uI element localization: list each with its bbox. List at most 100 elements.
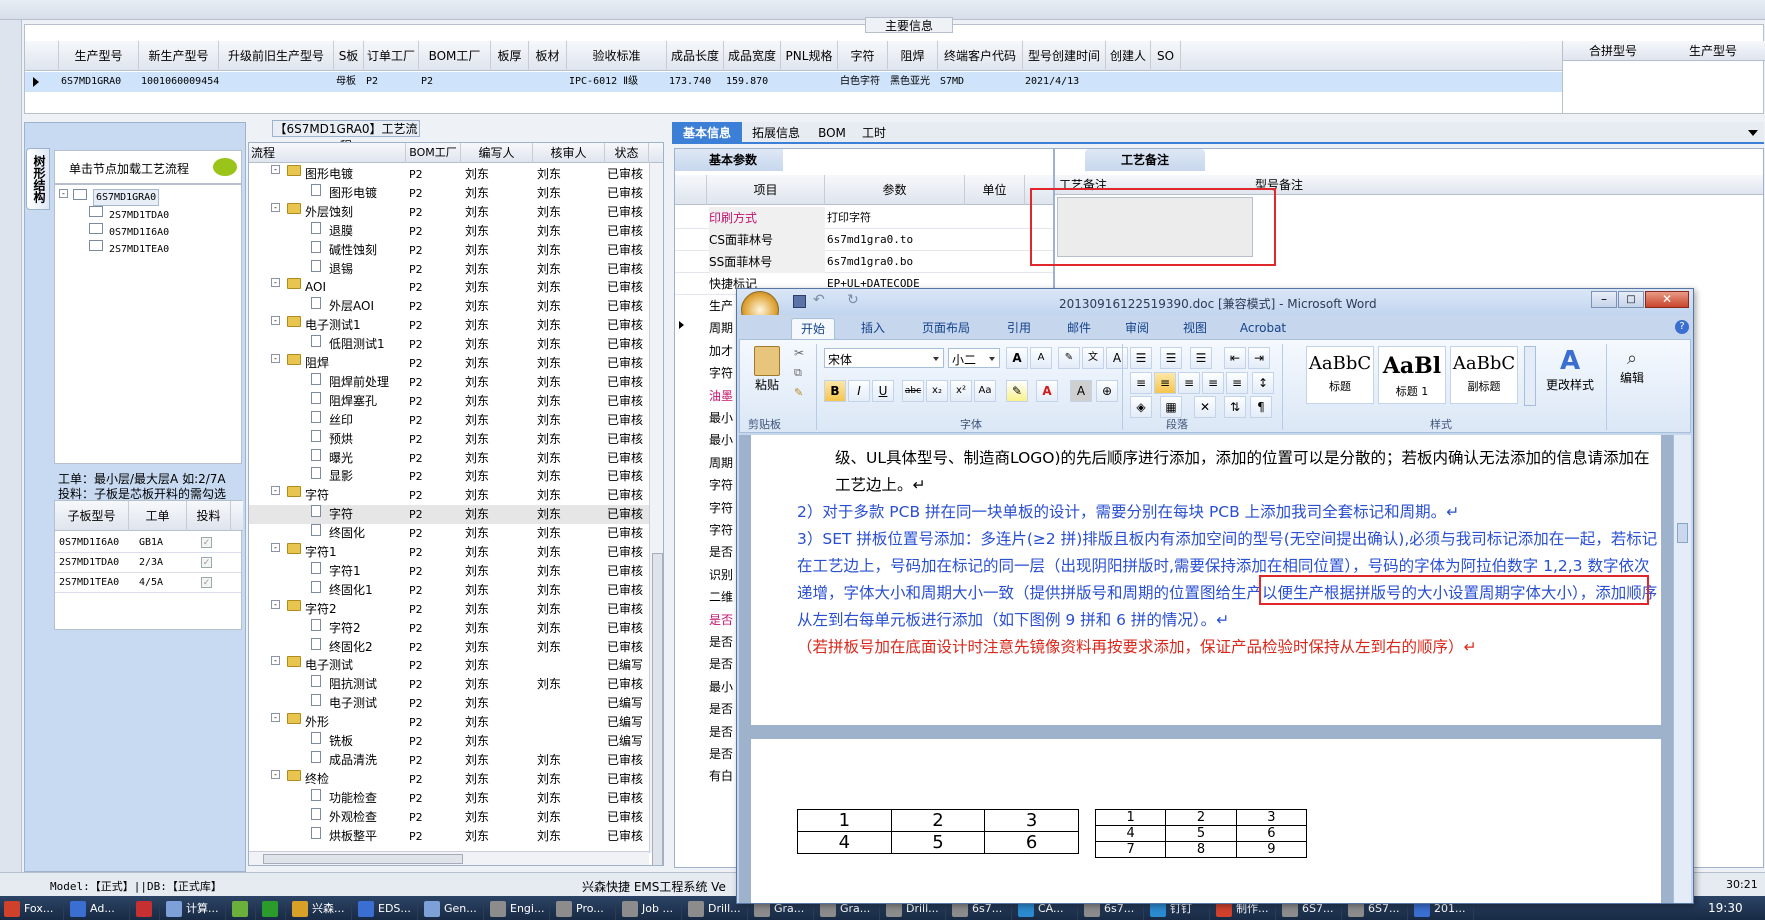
collapse-icon[interactable]: - [271,486,280,496]
bullets-icon[interactable]: ☰ [1130,347,1152,369]
main-cell-15[interactable]: 2021/4/13 [1025,72,1106,92]
sort-icon[interactable]: ⇅ [1224,396,1246,418]
align-left-icon[interactable]: ≡ [1130,372,1152,394]
process-row[interactable]: 曝光 P2 刘东 刘东 已审核 [249,448,649,468]
main-col-12[interactable]: 字符 [838,41,888,71]
align-center-icon[interactable]: ≡ [1154,372,1176,394]
process-row[interactable]: 烘板整平 P2 刘东 刘东 已审核 [249,826,649,846]
underline-icon[interactable]: U [872,380,894,402]
char-border-icon[interactable]: A [1106,347,1128,369]
process-row[interactable]: 碱性蚀刻 P2 刘东 刘东 已审核 [249,240,649,260]
process-row[interactable]: - AOI P2 刘东 刘东 已审核 [249,278,649,297]
process-vscroll-thumb[interactable] [652,553,663,865]
process-row[interactable]: 阻焊前处理 P2 刘东 刘东 已审核 [249,372,649,392]
main-cell-7[interactable] [531,72,567,92]
collapse-icon[interactable]: - [271,599,280,609]
subscript-icon[interactable]: x₂ [926,380,948,402]
superscript-icon[interactable]: x² [950,380,972,402]
highlight-icon[interactable]: ✎ [1006,380,1028,402]
process-row[interactable]: 外层AOI P2 刘东 刘东 已审核 [249,297,649,316]
param-row[interactable]: CS面菲林号 6s7md1gra0.to [675,229,1053,251]
styles-scroll[interactable] [1524,346,1536,406]
copy-icon[interactable]: ⧉ [794,366,802,380]
process-row[interactable]: - 电子测试 P2 刘东 已编写 [249,656,649,675]
process-row[interactable]: - 终检 P2 刘东 刘东 已审核 [249,769,649,789]
word-tab-0[interactable]: 开始 [791,318,835,339]
param-value[interactable]: 6s7md1gra0.bo [827,251,965,273]
show-marks-icon[interactable]: ¶ [1250,396,1272,418]
sub-row[interactable]: 0S7MD1I6A0 GB1A ✓ [55,533,241,553]
line-spacing-icon[interactable]: ↕ [1252,372,1274,394]
bold-icon[interactable]: B [824,380,846,402]
main-cell-0[interactable]: 6S7MD1GRA0 [61,72,139,92]
main-col-1[interactable]: 新生产型号 [139,41,219,71]
process-row[interactable]: 阻抗测试 P2 刘东 刘东 已审核 [249,675,649,694]
process-row[interactable]: 终固化2 P2 刘东 刘东 已审核 [249,637,649,657]
collapse-icon[interactable]: - [271,543,280,552]
process-row[interactable]: 阻焊塞孔 P2 刘东 刘东 已审核 [249,391,649,411]
process-row[interactable]: 字符1 P2 刘东 刘东 已审核 [249,561,649,581]
main-col-16[interactable]: 创建人 [1106,41,1151,71]
basic-params-tab[interactable]: 基本参数 [675,149,783,171]
process-row[interactable]: - 阻焊 P2 刘东 刘东 已审核 [249,354,649,373]
tree-node[interactable]: 0S7MD1I6A0 [55,223,241,240]
align-right-icon[interactable]: ≡ [1178,372,1200,394]
right-tab-1[interactable]: 拓展信息 [742,122,810,144]
font-name-select[interactable]: 宋体 [824,348,944,368]
taskbar-clock[interactable]: 19:30 [1708,901,1743,915]
right-tab-0[interactable]: 基本信息 [672,122,742,144]
main-col-4[interactable]: 订单工厂 [364,41,419,71]
chinese-layout-icon[interactable]: ✕ [1194,396,1216,418]
main-col-7[interactable]: 板材 [529,41,567,71]
right-tab-2[interactable]: BOM [810,122,854,144]
word-vscroll-thumb[interactable] [1677,523,1688,543]
shrink-font-icon[interactable]: A [1030,347,1052,369]
main-col-10[interactable]: 成品宽度 [724,41,781,71]
param-row[interactable]: SS面菲林号 6s7md1gra0.bo [675,251,1053,273]
collapse-icon[interactable]: - [271,769,280,779]
remark-tab[interactable]: 工艺备注 [1085,149,1205,171]
taskbar-item[interactable]: Fox... [0,898,64,920]
justify-icon[interactable]: ≡ [1202,372,1224,394]
collapse-icon[interactable]: - [59,189,68,198]
phonetic-icon[interactable]: 文 [1082,347,1104,369]
main-cell-10[interactable]: 159.870 [726,72,781,92]
distributed-icon[interactable]: ≡ [1226,372,1248,394]
borders-icon[interactable]: ▦ [1160,396,1182,418]
process-row[interactable]: - 电子测试1 P2 刘东 刘东 已审核 [249,316,649,335]
multilevel-icon[interactable]: ☰ [1190,347,1212,369]
collapse-icon[interactable]: - [271,354,280,363]
main-cell-9[interactable]: 173.740 [669,72,724,92]
main-cell-8[interactable]: IPC-6012 Ⅱ级 [569,72,667,92]
change-style-button[interactable]: A 更改样式 [1540,344,1600,410]
main-col-17[interactable]: SO [1151,41,1181,71]
process-row[interactable]: 字符2 P2 刘东 刘东 已审核 [249,618,649,638]
word-tab-4[interactable]: 邮件 [1059,318,1099,339]
process-row[interactable]: 终固化1 P2 刘东 刘东 已审核 [249,580,649,600]
maximize-button[interactable]: □ [1618,291,1644,308]
taskbar-item[interactable]: Ad... [66,898,130,920]
style-box-0[interactable]: AaBbC 标题 [1306,346,1374,404]
redo-icon[interactable]: ↻ [847,292,859,308]
main-cell-13[interactable]: 黑色亚光 [890,72,938,92]
sub-row[interactable]: 2S7MD1TDA0 2/3A ✓ [55,553,241,573]
process-row[interactable]: 显影 P2 刘东 刘东 已审核 [249,467,649,486]
main-col-15[interactable]: 型号创建时间 [1023,41,1106,71]
main-cell-5[interactable]: P2 [421,72,491,92]
main-cell-11[interactable] [783,72,838,92]
taskbar-item[interactable]: Pro... [552,898,616,920]
process-row[interactable]: 丝印 P2 刘东 刘东 已审核 [249,410,649,430]
main-col-5[interactable]: BOM工厂 [419,41,491,71]
process-row[interactable]: 退锡 P2 刘东 刘东 已审核 [249,259,649,279]
taskbar-item[interactable]: Job ... [618,898,682,920]
process-row[interactable]: - 字符2 P2 刘东 刘东 已审核 [249,599,649,619]
main-col-2[interactable]: 升级前旧生产型号 [219,41,334,71]
strikethrough-icon[interactable]: abc [902,380,924,402]
format-painter-icon[interactable]: ✎ [794,386,803,399]
tree-vertical-tab[interactable]: 树形结构 [26,148,50,210]
style-box-1[interactable]: AaBl 标题 1 [1378,346,1446,404]
process-row[interactable]: 字符 P2 刘东 刘东 已审核 [249,505,649,525]
main-cell-3[interactable]: 母板 [336,72,364,92]
process-row[interactable]: 图形电镀 P2 刘东 刘东 已审核 [249,183,649,203]
process-row[interactable]: 预烘 P2 刘东 刘东 已审核 [249,429,649,449]
